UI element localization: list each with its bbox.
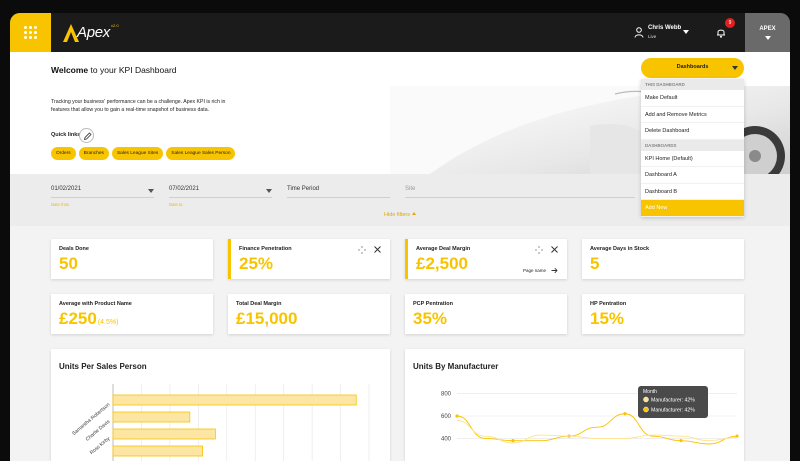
chevron-down-icon <box>266 189 272 193</box>
quick-link-orders[interactable]: Orders <box>51 147 76 160</box>
arrow-right-icon[interactable] <box>551 267 558 274</box>
kpi-value: £15,000 <box>236 309 298 328</box>
edit-quick-links-button[interactable] <box>79 128 94 143</box>
quick-links: Orders Branches Sales League Sites Sales… <box>51 147 236 160</box>
time-period-select[interactable]: Time Period <box>287 184 390 198</box>
app-logo-text: Apex <box>77 24 110 41</box>
date-from-select[interactable]: 01/02/2021 <box>51 184 154 198</box>
units-per-sales-person-panel: Units Per Sales Person Samantha Robertso… <box>51 349 390 461</box>
grid-menu-icon <box>24 26 37 39</box>
kpi-label: PCP Pentration <box>413 301 453 307</box>
kpi-value: 25% <box>239 254 274 273</box>
tooltip-title: Month <box>643 389 657 395</box>
kpi-label: Finance Penetration <box>239 246 292 252</box>
user-icon[interactable] <box>634 27 644 38</box>
bell-icon[interactable] <box>716 27 726 38</box>
kpi-value: 5 <box>590 254 600 273</box>
kpi-value: 50 <box>59 254 78 273</box>
kpi-card[interactable]: Average Deal Margin £2,500 Page name <box>405 239 567 279</box>
bar-chart: Samantha RobertsonCharlie DavisRoss Kirb… <box>71 384 370 461</box>
app-menu-button[interactable] <box>10 13 51 52</box>
bar <box>112 411 191 423</box>
y-tick-label: 800 <box>441 392 452 398</box>
date-from-hint: Date from <box>51 202 70 207</box>
y-tick-label: 600 <box>441 414 452 420</box>
quick-link-sales-league-sales-person[interactable]: Sales League Sales Person <box>166 147 236 160</box>
kpi-card[interactable]: Finance Penetration 25% <box>228 239 390 279</box>
kpi-value: 35% <box>413 309 448 328</box>
site-select[interactable]: Site <box>405 184 635 198</box>
tooltip-swatch <box>643 406 649 413</box>
bar <box>112 445 203 457</box>
tooltip-swatch <box>643 396 649 403</box>
pencil-icon <box>83 132 92 141</box>
menu-item-delete-dashboard[interactable]: Delete Dashboard <box>641 123 744 140</box>
dropdown-section-header: DASHBOARDS <box>641 139 744 151</box>
kpi-label: Average Days in Stock <box>590 246 650 252</box>
bar <box>112 394 357 406</box>
dropdown-section-header: THIS DASHBOARD <box>641 79 744 90</box>
kpi-card[interactable]: Average Days in Stock 5 <box>582 239 744 279</box>
data-point <box>623 412 627 416</box>
menu-item-add-new[interactable]: Add New <box>641 200 744 217</box>
chevron-down-icon <box>732 66 738 70</box>
kpi-card[interactable]: PCP Pentration 35% <box>405 294 567 334</box>
units-by-manufacturer-panel: Units By Manufacturer 800 600 400 Month Manu… <box>405 349 744 461</box>
app-window: Apex v2.0 Chris Webb Live 9 APEX Welcome… <box>10 13 790 461</box>
chart-tooltip: Month Manufacturer: 42% Manufacturer: 42% <box>638 386 708 418</box>
bar <box>112 428 216 440</box>
kpi-sub-value: (4.5%) <box>97 319 119 326</box>
kpi-card[interactable]: Total Deal Margin £15,000 <box>228 294 390 334</box>
kpi-value: £250(4.5%) <box>59 309 119 328</box>
quick-link-sales-league-sites[interactable]: Sales League Sites <box>111 147 164 160</box>
dashboards-dropdown-button[interactable]: Dashboards <box>641 58 744 78</box>
user-name[interactable]: Chris Webb <box>648 25 681 31</box>
menu-item-kpi-home[interactable]: KPI Home (Default) <box>641 151 744 167</box>
org-menu-label: APEX <box>759 26 776 32</box>
app-logo-version: v2.0 <box>111 23 119 28</box>
menu-item-add-remove-metrics[interactable]: Add and Remove Metrics <box>641 107 744 123</box>
kpi-label: Average with Product Name <box>59 301 132 307</box>
menu-item-make-default[interactable]: Make Default <box>641 90 744 107</box>
quick-links-label: Quick links <box>51 132 81 138</box>
quick-link-branches[interactable]: Branches <box>78 147 109 160</box>
chevron-up-icon <box>411 212 416 215</box>
kpi-label: Deals Done <box>59 246 89 252</box>
page-title: Welcome to your KPI Dashboard <box>51 65 177 75</box>
series-line <box>456 420 738 444</box>
kpi-card[interactable]: Deals Done 50 <box>51 239 213 279</box>
data-point <box>511 439 515 443</box>
chevron-down-icon <box>765 36 771 40</box>
user-status: Live <box>648 34 657 39</box>
date-to-hint: Date to <box>169 202 183 207</box>
tooltip-line: Manufacturer: 42% <box>651 408 695 414</box>
notification-badge: 9 <box>725 18 735 28</box>
move-icon[interactable] <box>358 246 366 254</box>
data-point <box>679 439 683 443</box>
menu-item-dashboard-a[interactable]: Dashboard A <box>641 167 744 184</box>
data-point <box>455 414 459 418</box>
close-icon[interactable] <box>374 246 381 253</box>
top-bar: Apex v2.0 Chris Webb Live 9 APEX <box>10 13 790 52</box>
close-icon[interactable] <box>551 246 558 253</box>
chevron-down-icon <box>148 189 154 193</box>
org-menu-button[interactable]: APEX <box>745 13 790 52</box>
dashboards-dropdown-menu: THIS DASHBOARD Make Default Add and Remo… <box>641 79 744 217</box>
date-to-select[interactable]: 07/02/2021 <box>169 184 272 198</box>
page-name-link[interactable]: Page name <box>523 268 546 273</box>
intro-text: Tracking your business' performance can … <box>51 99 226 113</box>
move-icon[interactable] <box>535 246 543 254</box>
menu-item-dashboard-b[interactable]: Dashboard B <box>641 184 744 200</box>
kpi-value: 15% <box>590 309 625 328</box>
kpi-label: Total Deal Margin <box>236 301 282 307</box>
kpi-card[interactable]: HP Pentration 15% <box>582 294 744 334</box>
kpi-label: Average Deal Margin <box>416 246 471 252</box>
kpi-card[interactable]: Average with Product Name £250(4.5%) <box>51 294 213 334</box>
y-tick-label: 400 <box>441 436 452 442</box>
line-chart: 800 600 400 Month Manufacturer: 42% Manufactu… <box>441 386 739 445</box>
kpi-value: £2,500 <box>416 254 468 273</box>
kpi-label: HP Pentration <box>590 301 627 307</box>
chevron-down-icon[interactable] <box>683 30 689 34</box>
tooltip-line: Manufacturer: 42% <box>651 398 695 404</box>
